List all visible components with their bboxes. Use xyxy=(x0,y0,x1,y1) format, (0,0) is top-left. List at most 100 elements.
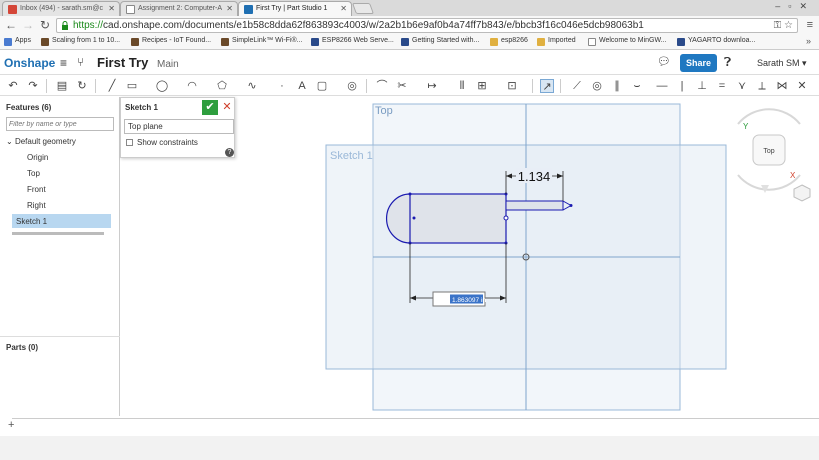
pattern-tool-icon[interactable]: ⊞ xyxy=(475,79,489,93)
close-icon[interactable]: ✕ xyxy=(340,4,347,13)
bookmark-item[interactable]: Welcome to MinGW... xyxy=(588,37,667,46)
feature-filter-input[interactable] xyxy=(6,117,114,131)
regenerate-icon[interactable]: ↻ xyxy=(75,79,89,93)
tangent-constraint-icon[interactable]: ⌣ xyxy=(630,79,644,93)
dimension-tool-icon[interactable]: ↗ xyxy=(540,79,554,93)
undo-icon[interactable]: ↶ xyxy=(6,79,20,93)
help-icon[interactable]: ❓︎ xyxy=(724,55,731,70)
document-menu-icon[interactable]: ≡ xyxy=(60,56,67,70)
back-icon[interactable]: ← xyxy=(5,19,17,31)
cancel-button[interactable]: ✕ xyxy=(221,100,233,115)
extend-tool-icon[interactable]: ↦ xyxy=(425,79,439,93)
dimension-input-value[interactable]: 1.863097 in xyxy=(452,297,486,304)
bookmark-label: Welcome to MinGW... xyxy=(599,37,667,44)
polygon-tool-icon[interactable]: ⬠ xyxy=(215,79,229,93)
help-icon[interactable]: ? xyxy=(225,148,234,157)
sketch-dialog: Sketch 1 ✔ ✕ Top plane Show constraints … xyxy=(120,97,235,158)
close-icon[interactable]: ✕ xyxy=(108,4,115,13)
bookmark-item[interactable]: YAGARTO downloa... xyxy=(677,37,755,46)
accept-button[interactable]: ✔ xyxy=(202,100,218,115)
pierce-constraint-icon[interactable]: ⋈ xyxy=(775,79,789,93)
bookmark-folder[interactable]: esp8266 xyxy=(490,37,528,46)
bookmark-icon xyxy=(221,38,229,46)
dimension-value-width[interactable]: 1.134 xyxy=(518,169,551,184)
mirror-tool-icon[interactable]: ⫴ xyxy=(455,79,469,93)
browser-tab-gmail[interactable]: Inbox (494) - sarath.sm@c ✕ xyxy=(2,1,120,16)
parallel-constraint-icon[interactable]: ∥ xyxy=(610,79,624,93)
midpoint-marker[interactable] xyxy=(503,215,509,221)
spline-tool-icon[interactable]: ∿ xyxy=(245,79,259,93)
bookmark-item[interactable]: Apps xyxy=(4,37,31,46)
dialog-title: Sketch 1 xyxy=(125,103,158,112)
sketch-plane-field[interactable]: Top plane xyxy=(124,119,234,134)
window-controls[interactable]: –▫✕ xyxy=(775,1,815,12)
bookmark-folder[interactable]: Imported xyxy=(537,37,576,46)
feature-item-right[interactable]: Right xyxy=(27,201,46,210)
panel-scrollbar[interactable] xyxy=(12,232,104,235)
horizontal-constraint-icon[interactable]: — xyxy=(655,79,669,93)
bookmark-item[interactable]: SimpleLink™ Wi-Fi®... xyxy=(221,37,303,46)
new-tab-button[interactable] xyxy=(351,3,375,14)
x-axis-label: X xyxy=(790,171,796,180)
trim-tool-icon[interactable]: ✂ xyxy=(395,79,409,93)
bookmark-item[interactable]: Recipes - IoT Found... xyxy=(131,37,211,46)
arc-center-point[interactable] xyxy=(412,216,416,220)
horizontal-scrollbar[interactable] xyxy=(0,436,819,460)
more-bookmarks-icon[interactable]: » xyxy=(806,36,811,46)
coincident-constraint-icon[interactable]: ⟋ xyxy=(570,79,584,93)
normal-constraint-icon[interactable]: ⟂ xyxy=(755,79,769,93)
sketch-vertex[interactable] xyxy=(569,204,573,207)
point-tool-icon[interactable]: · xyxy=(275,79,289,93)
browser-tab-assignment[interactable]: Assignment 2: Computer-A ✕ xyxy=(120,1,238,16)
bookmark-icon xyxy=(41,38,49,46)
version-graph-icon[interactable]: ⑂ xyxy=(77,55,84,69)
feature-item-sketch-1[interactable]: Sketch 1 xyxy=(12,214,111,228)
midpoint-constraint-icon[interactable]: ⋎ xyxy=(735,79,749,93)
concentric-constraint-icon[interactable]: ◎ xyxy=(590,79,604,93)
sketch-slot[interactable] xyxy=(505,200,564,211)
feature-item-origin[interactable]: Origin xyxy=(27,153,48,162)
equal-constraint-icon[interactable]: = xyxy=(715,79,729,93)
default-geometry-group[interactable]: ⌄ Default geometry xyxy=(6,137,76,146)
menu-icon[interactable]: ≡ xyxy=(807,19,813,31)
bookmark-label: ESP8266 Web Serve... xyxy=(322,37,394,44)
reload-icon[interactable]: ↻ xyxy=(40,19,50,31)
feature-item-front[interactable]: Front xyxy=(27,185,46,194)
transform-tool-icon[interactable]: ⊡ xyxy=(505,79,519,93)
bookmark-item[interactable]: Getting Started with... xyxy=(401,37,480,46)
add-tab-icon[interactable]: + xyxy=(8,419,14,431)
fix-constraint-icon[interactable]: ✕ xyxy=(795,79,809,93)
redo-icon[interactable]: ↷ xyxy=(26,79,40,93)
sketch-vertex[interactable] xyxy=(408,192,412,196)
bookmark-label: Getting Started with... xyxy=(412,37,480,44)
key-icon[interactable]: ⚿ ☆ xyxy=(774,20,793,31)
text-tool-icon[interactable]: A xyxy=(295,79,309,93)
url-input[interactable]: https://cad.onshape.com/documents/e1b58c… xyxy=(56,18,798,33)
use-tool-icon[interactable]: ◎ xyxy=(345,79,359,93)
comment-icon[interactable]: 💬︎ xyxy=(657,55,671,68)
circle-tool-icon[interactable]: ◯ xyxy=(155,79,169,93)
view-cube[interactable]: Y X Top xyxy=(737,108,811,202)
document-title[interactable]: First Try xyxy=(97,55,148,70)
construction-tool-icon[interactable]: ▢ xyxy=(315,79,329,93)
close-icon[interactable]: ✕ xyxy=(226,4,233,13)
browser-tab-onshape[interactable]: First Try | Part Studio 1 ✕ xyxy=(238,1,352,16)
line-tool-icon[interactable]: ╱ xyxy=(105,79,119,93)
sketch-rectangle[interactable] xyxy=(409,193,507,244)
user-menu[interactable]: Sarath SM ▾ xyxy=(757,58,807,69)
feature-list-icon[interactable]: ▤ xyxy=(55,79,69,93)
bookmark-item[interactable]: ESP8266 Web Serve... xyxy=(311,37,394,46)
forward-icon[interactable]: → xyxy=(22,19,34,31)
bookmark-icon xyxy=(588,38,596,46)
arc-tool-icon[interactable]: ◠ xyxy=(185,79,199,93)
rectangle-tool-icon[interactable]: ▭ xyxy=(125,79,139,93)
bookmark-item[interactable]: Scaling from 1 to 10... xyxy=(41,37,120,46)
browser-tab-strip: Inbox (494) - sarath.sm@c ✕ Assignment 2… xyxy=(0,0,819,16)
show-constraints-checkbox[interactable] xyxy=(126,139,133,146)
onshape-logo[interactable]: Onshape xyxy=(4,56,55,70)
perpendicular-constraint-icon[interactable]: ⊥ xyxy=(695,79,709,93)
feature-item-top[interactable]: Top xyxy=(27,169,40,178)
share-button[interactable]: Share xyxy=(680,54,717,72)
fillet-tool-icon[interactable]: ⌒ xyxy=(375,79,389,93)
vertical-constraint-icon[interactable]: | xyxy=(675,79,689,93)
